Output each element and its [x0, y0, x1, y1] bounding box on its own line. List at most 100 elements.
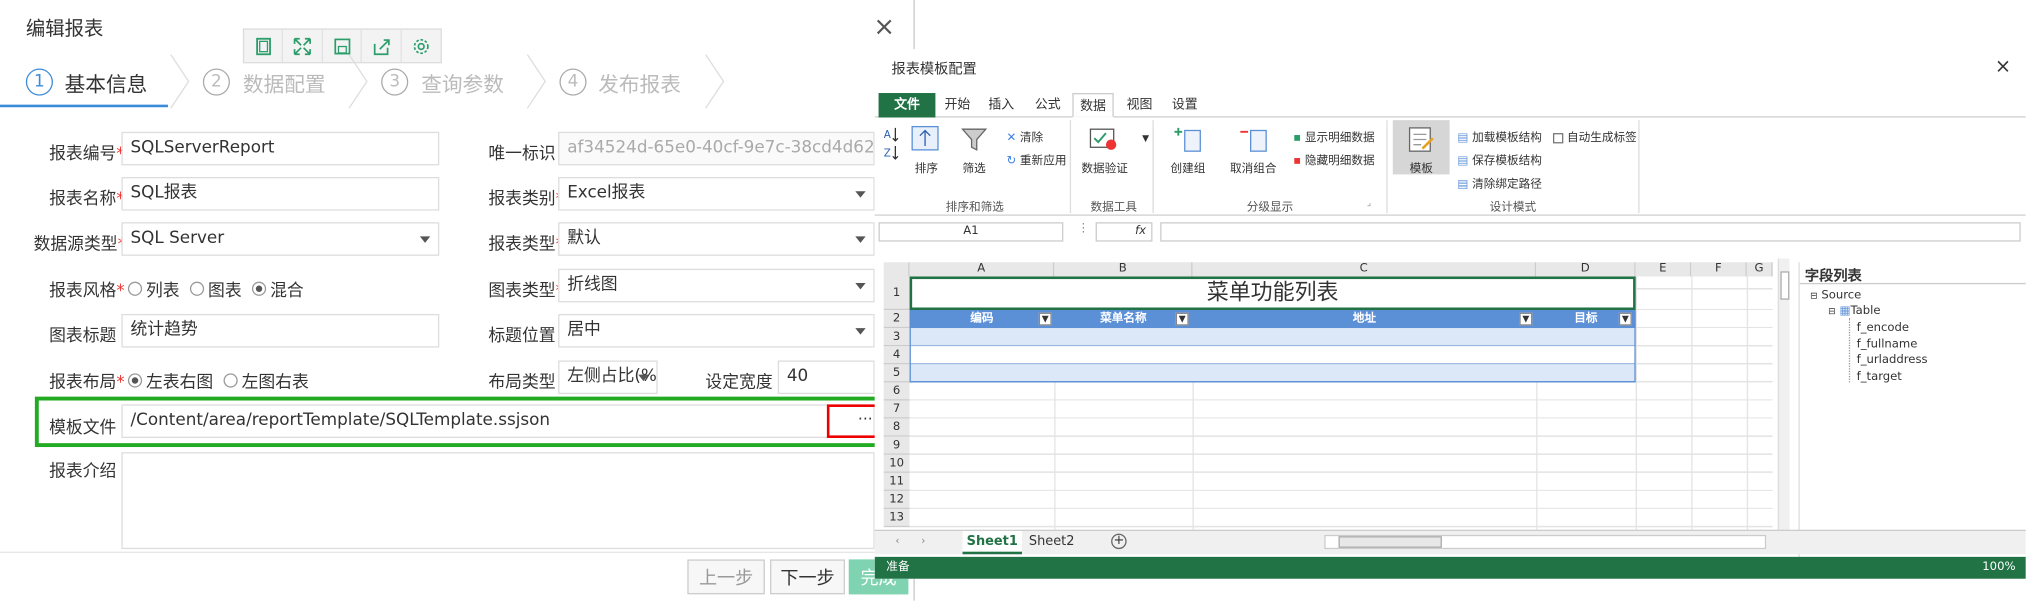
more-icon: ⋮ [1077, 222, 1090, 236]
row-header[interactable]: 7 [883, 400, 910, 419]
template-input[interactable]: /Content/area/reportTemplate/SQLTemplate… [121, 404, 875, 438]
sheet-title-cell[interactable]: 菜单功能列表 [909, 276, 1636, 311]
data-validation-icon[interactable] [1089, 128, 1117, 151]
tab-data[interactable]: 数据 [1072, 93, 1114, 118]
column-header[interactable]: F [1691, 262, 1747, 277]
title-pos-select[interactable]: 居中 [558, 313, 875, 348]
step-publish[interactable]: 4 发布报表 [537, 54, 715, 108]
sort-az-icon[interactable]: AZ [884, 125, 900, 161]
row-header[interactable]: 13 [883, 509, 910, 528]
template-mode-button[interactable]: 模板 [1392, 120, 1450, 176]
select-all-corner[interactable] [883, 262, 910, 277]
prev-sheet-icon[interactable]: ‹ [895, 535, 899, 547]
step-chevron-icon [705, 54, 725, 109]
style-radio-mixed[interactable]: 混合 [251, 276, 304, 301]
row-header[interactable]: 3 [883, 328, 910, 347]
row-header[interactable]: 11 [883, 472, 910, 491]
zoom-level[interactable]: 100% [1982, 557, 2015, 579]
formula-input[interactable] [1160, 222, 2021, 242]
fx-button[interactable]: fx [1095, 222, 1153, 242]
chevron-down-icon [638, 374, 649, 382]
column-header[interactable]: B [1054, 262, 1193, 277]
code-input[interactable]: SQLServerReport [121, 131, 440, 166]
load-struct-button[interactable]: ▤ 加载模板结构 [1457, 128, 1542, 145]
horizontal-scrollbar[interactable] [1324, 534, 1767, 550]
excel-dialog-title: 报表模板配置 [891, 60, 977, 78]
intro-textarea[interactable] [121, 452, 875, 550]
row-header[interactable]: 9 [883, 436, 910, 455]
type-select[interactable]: 默认 [558, 222, 875, 256]
auto-label-checkbox[interactable]: 自动生成标签 [1552, 128, 1637, 145]
browse-button[interactable]: ··· [826, 404, 879, 438]
tree-field[interactable]: f_target [1857, 371, 1902, 384]
row-header[interactable]: 4 [883, 346, 910, 365]
tree-node-source[interactable]: ⊟ Source [1810, 289, 1861, 302]
tab-home[interactable]: 开始 [939, 93, 975, 118]
clear-button[interactable]: ✕ 清除 [1006, 128, 1043, 145]
step-data-config[interactable]: 2 数据配置 [181, 54, 359, 108]
width-input[interactable]: 40 [777, 360, 875, 395]
tree-field[interactable]: f_urladdress [1857, 354, 1928, 367]
prev-button[interactable]: 上一步 [687, 559, 765, 595]
row-header[interactable]: 6 [883, 382, 910, 401]
reapply-button[interactable]: ↻ 重新应用 [1006, 151, 1066, 168]
name-input[interactable]: SQL报表 [121, 177, 440, 211]
row-header[interactable]: 1 [883, 276, 910, 311]
table-border [909, 310, 1636, 383]
tab-view[interactable]: 视图 [1121, 93, 1157, 118]
close-icon[interactable]: × [1995, 54, 2011, 77]
tab-insert[interactable]: 插入 [983, 93, 1019, 118]
row-header[interactable]: 8 [883, 418, 910, 437]
close-icon[interactable]: × [873, 13, 895, 39]
row-header[interactable]: 5 [883, 364, 910, 383]
category-select[interactable]: Excel报表 [558, 177, 875, 211]
add-sheet-icon[interactable]: + [1111, 533, 1127, 550]
row-header[interactable]: 2 [883, 310, 910, 329]
tree-line [1848, 317, 1851, 383]
tree-node-table[interactable]: ⊟ ▦Table [1828, 305, 1880, 318]
chevron-down-icon [855, 191, 866, 198]
scrollbar-thumb[interactable] [1780, 271, 1790, 300]
chart-title-input[interactable]: 统计趋势 [121, 313, 440, 348]
show-detail-button[interactable]: ▪ 显示明细数据 [1293, 128, 1374, 145]
next-sheet-icon[interactable]: › [921, 535, 925, 547]
filter-icon[interactable] [960, 125, 988, 153]
row-header[interactable]: 12 [883, 490, 910, 510]
sheet-tab-1[interactable]: Sheet1 [962, 531, 1022, 555]
sheet-tab-2[interactable]: Sheet2 [1025, 531, 1079, 554]
style-radio-list[interactable]: 列表 [127, 276, 180, 301]
ungroup-icon[interactable] [1239, 125, 1267, 153]
chevron-down-icon[interactable]: ▼ [1142, 133, 1149, 143]
column-header[interactable]: G [1746, 262, 1773, 277]
tree-field[interactable]: f_fullname [1857, 339, 1918, 352]
clear-path-button[interactable]: ▤ 清除绑定路径 [1457, 174, 1542, 191]
chevron-down-icon [855, 328, 866, 335]
layout-radio-table-left[interactable]: 左表右图 [127, 368, 213, 393]
row-header[interactable]: 10 [883, 454, 910, 473]
group-separator [1152, 120, 1154, 214]
tab-formula[interactable]: 公式 [1030, 93, 1066, 118]
ds-select[interactable]: SQL Server [121, 222, 440, 256]
step-query-params[interactable]: 3 查询参数 [359, 54, 537, 108]
sort-icon[interactable] [911, 125, 939, 151]
vertical-scrollbar[interactable] [1777, 258, 1790, 533]
layout-radio-chart-left[interactable]: 左图右表 [223, 368, 309, 393]
column-header[interactable]: E [1635, 262, 1692, 277]
column-header[interactable]: C [1192, 262, 1537, 277]
tab-settings[interactable]: 设置 [1167, 93, 1203, 118]
layout-type-select[interactable]: 左侧占比(%) [558, 360, 658, 395]
column-header[interactable]: D [1536, 262, 1636, 277]
scrollbar-thumb[interactable] [1338, 536, 1442, 548]
hide-detail-button[interactable]: ▪ 隐藏明细数据 [1293, 151, 1374, 168]
step-basic-info[interactable]: 1 基本信息 [0, 54, 181, 108]
next-button[interactable]: 下一步 [770, 559, 845, 595]
create-group-icon[interactable] [1173, 125, 1201, 153]
column-header[interactable]: A [909, 262, 1055, 277]
save-struct-button[interactable]: ▤ 保存模板结构 [1457, 151, 1542, 168]
dialog-launcher-icon[interactable]: ⌟ [1367, 198, 1371, 208]
style-radio-chart[interactable]: 图表 [189, 276, 242, 301]
tree-field[interactable]: f_encode [1857, 322, 1909, 335]
tab-file[interactable]: 文件 [878, 93, 936, 118]
name-box[interactable]: A1 [878, 222, 1064, 242]
chart-type-select[interactable]: 折线图 [558, 268, 875, 303]
